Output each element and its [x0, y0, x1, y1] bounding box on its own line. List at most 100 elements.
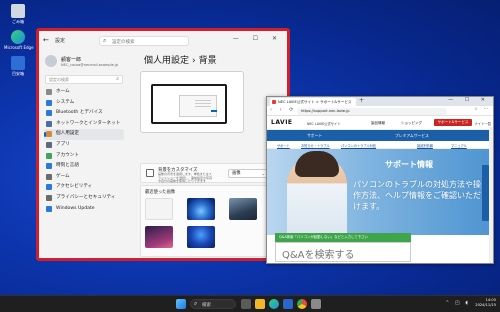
recent-image-thumb[interactable] [145, 226, 173, 248]
search-icon: ⌕ [116, 76, 119, 82]
file-explorer-icon[interactable] [255, 299, 265, 309]
breadcrumb-parent[interactable]: 個人用設定 [144, 56, 189, 66]
user-account[interactable]: 顧客一郎 NEC_cocoa@necmail.example.jp [45, 53, 125, 71]
browser-tab[interactable]: NEC LAVIE公式サイト > サポート&サービス [270, 98, 356, 106]
recent-image-thumb[interactable] [187, 198, 215, 220]
recent-image-thumb[interactable] [145, 198, 173, 220]
window-controls[interactable]: — ☐ ✕ [448, 97, 490, 103]
chevron-down-icon: ⌄ [261, 171, 265, 176]
quick-link[interactable]: 製品別情報 [417, 143, 433, 148]
nav-label: プライバシーとセキュリティ [56, 194, 116, 200]
nav-apps[interactable]: アプリ [44, 140, 124, 151]
nav-bluetooth[interactable]: Bluetooth とデバイス [44, 108, 124, 119]
nav-time-language[interactable]: 時刻と言語 [44, 161, 124, 172]
recent-image-thumb[interactable] [187, 226, 215, 248]
quick-link[interactable]: お知らせ・トラブル [301, 143, 330, 148]
settings-search-input[interactable]: 設定の検索 ⌕ [45, 75, 123, 84]
nav-accounts[interactable]: アカウント [44, 151, 124, 162]
address-bar[interactable]: https://support.nec-lavie.jp [297, 107, 447, 115]
clock[interactable]: 14:05 2024/11/15 [475, 298, 496, 308]
nav-privacy[interactable]: プライバシーとセキュリティ [44, 193, 124, 204]
desktop-icon-shortcut[interactable]: 目安箱 [4, 56, 32, 76]
hero-title: サポート情報 [385, 160, 433, 169]
clock-date: 2024/11/15 [475, 303, 496, 307]
taskbar-search-label: 検索 [202, 302, 211, 308]
support-service-button[interactable]: サポート&サービス [434, 119, 472, 126]
edge-icon [11, 30, 25, 44]
nav-personalization[interactable]: 個人用設定 [44, 129, 124, 140]
search-placeholder: 設定の検索 [49, 77, 69, 82]
task-view-icon[interactable] [241, 299, 251, 309]
desktop-icon-recycle-bin[interactable]: ごみ箱 [4, 4, 32, 24]
apps-icon [46, 141, 52, 148]
toolbar-icons[interactable]: ☆ ⋯ [474, 107, 490, 112]
settings-icon[interactable] [311, 299, 321, 309]
app-shortcut-icon [11, 56, 25, 70]
breadcrumb-separator: › [192, 56, 196, 66]
store-icon[interactable] [283, 299, 293, 309]
time-language-icon [46, 163, 52, 170]
settings-main: 個人用設定 › 背景 背景をカスタマイズ 画像の背景を適用します。単色またはスライド… [134, 51, 284, 257]
nav-label: 時刻と言語 [56, 163, 79, 169]
quick-link[interactable]: サポート [277, 143, 290, 148]
site-name: NEC LAVIE公式サイト [307, 122, 341, 126]
nav-label: ネットワークとインターネット [56, 120, 121, 126]
image-icon [146, 169, 154, 177]
system-icon [46, 99, 52, 106]
preview-line [195, 103, 211, 104]
accessibility-icon [46, 184, 52, 191]
nav-label: ホーム [56, 89, 70, 94]
settings-app-title: 設定 [55, 38, 66, 44]
scrollbar[interactable] [489, 127, 493, 263]
monitor-preview [151, 84, 227, 124]
site-logo[interactable]: LAVIE [271, 119, 293, 126]
edge-icon[interactable] [269, 299, 279, 309]
breadcrumb-current: 背景 [198, 56, 217, 66]
support-hero-banner: サポート情報 パソコンのトラブルの対処方法や操作方法、ヘルプ情報をご確認いただけ… [267, 149, 493, 235]
window-controls[interactable]: — ☐ ✕ [233, 35, 283, 42]
chrome-icon[interactable] [297, 299, 307, 309]
qa-hint-chip: Q&A検索「パソコンが起動しない」などと入力して下さい [275, 233, 411, 242]
recent-images-card: 最近使った画像 [140, 185, 275, 257]
desktop-icon-edge[interactable]: Microsoft Edge [4, 30, 34, 50]
nav-system[interactable]: システム [44, 98, 124, 109]
privacy-icon [46, 194, 52, 201]
favicon-icon [272, 100, 276, 104]
subnav-support[interactable]: サポート [307, 133, 322, 139]
quick-link[interactable]: パソコンのトラブル対処 [341, 143, 376, 148]
nav-label: アクセシビリティ [56, 184, 93, 190]
nav-label: アプリ [56, 141, 70, 147]
qa-search-input[interactable]: Q&Aを検索する [275, 242, 411, 262]
system-tray-icons[interactable]: ⌃ ◰ ◖ [445, 300, 470, 306]
new-tab-button[interactable]: + [359, 97, 364, 104]
background-card-description: 画像の背景を適用します。単色またはスライドショーを選択し、事前設定の写真や自分の… [158, 172, 213, 184]
site-header: LAVIE NEC LAVIE公式サイト 製品情報 ショッピング サポート&サー… [267, 116, 493, 130]
nav-label: 個人用設定 [56, 131, 79, 137]
settings-top-search[interactable]: ⌕ 設定の検索 [99, 36, 189, 46]
nav-label: Windows Update [56, 205, 95, 211]
settings-titlebar: ← 設定 ⌕ 設定の検索 — ☐ ✕ [39, 31, 287, 51]
site-quick-links: サポート お知らせ・トラブル パソコンのトラブル対処 製品別情報 マニュアル [267, 141, 493, 149]
nav-accessibility[interactable]: アクセシビリティ [44, 182, 124, 193]
nav-network[interactable]: ネットワークとインターネット [44, 119, 124, 130]
recent-image-thumb[interactable] [229, 198, 257, 220]
back-arrow-icon[interactable]: ← [43, 36, 49, 44]
desktop-icon-label: 目安箱 [12, 71, 24, 76]
browser-toolbar: ‹ › ⟳ https://support.nec-lavie.jp ☆ ⋯ [267, 106, 493, 116]
background-type-dropdown[interactable]: 画像 ⌄ [228, 169, 268, 178]
search-icon: ⌕ [194, 300, 198, 307]
gaming-icon [46, 173, 52, 180]
side-feedback-tab[interactable] [482, 165, 489, 221]
taskbar-search[interactable]: ⌕ 検索 [190, 299, 236, 309]
nav-buttons[interactable]: ‹ › ⟳ [270, 107, 296, 113]
menu-shopping[interactable]: ショッピング [401, 121, 422, 126]
subnav-premium[interactable]: プレミアムサービス [395, 133, 429, 139]
quick-link[interactable]: マニュアル [451, 143, 467, 148]
tab-title: NEC LAVIE公式サイト > サポート&サービス [278, 100, 352, 104]
menu-products[interactable]: 製品情報 [371, 121, 385, 126]
menu-more[interactable]: ナイト一覧 [475, 121, 491, 126]
nav-windows-update[interactable]: Windows Update [44, 204, 124, 215]
nav-gaming[interactable]: ゲーム [44, 172, 124, 183]
start-icon[interactable] [176, 299, 186, 309]
nav-home[interactable]: ホーム [44, 87, 124, 98]
